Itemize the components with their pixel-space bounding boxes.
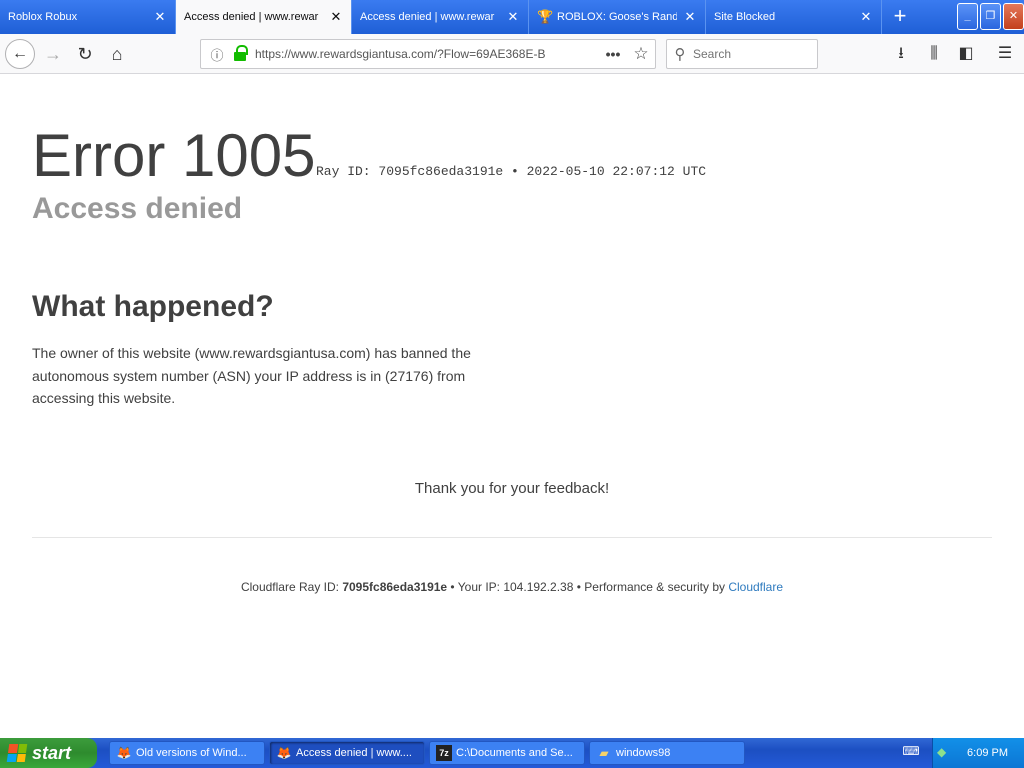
window-controls: _ ❐ ✕ bbox=[957, 3, 1024, 30]
folder-icon: ▰ bbox=[599, 746, 609, 760]
footer: Cloudflare Ray ID: 7095fc86eda3191e • Yo… bbox=[0, 580, 1024, 594]
cloudflare-link[interactable]: Cloudflare bbox=[728, 580, 783, 594]
forward-button[interactable]: → bbox=[38, 39, 68, 69]
new-tab-button[interactable]: + bbox=[882, 0, 918, 34]
url-text[interactable]: https://www.rewardsgiantusa.com/?Flow=69… bbox=[255, 47, 599, 61]
task-windows98-folder[interactable]: ▰ windows98 bbox=[589, 741, 745, 765]
task-buttons: 🦊 Old versions of Wind... 🦊 Access denie… bbox=[109, 741, 745, 765]
download-icon[interactable]: ⭳ bbox=[886, 39, 916, 69]
clock[interactable]: 6:09 PM bbox=[967, 747, 1008, 759]
tab-label: Access denied | www.rewar bbox=[360, 11, 495, 23]
tab-site-blocked[interactable]: Site Blocked ✕ bbox=[706, 0, 882, 34]
tab-roblox-robux[interactable]: Roblox Robux ✕ bbox=[0, 0, 176, 34]
network-icon[interactable]: ◆ bbox=[937, 745, 953, 761]
nav-toolbar: ← → ↻ ⌂ ⓘ https://www.rewardsgiantusa.co… bbox=[0, 34, 1024, 74]
tab-roblox-goose[interactable]: 🏆 ROBLOX: Goose's Rando ✕ bbox=[529, 0, 706, 34]
windows-logo-icon bbox=[6, 744, 28, 762]
tab-label: ROBLOX: Goose's Rando bbox=[557, 11, 677, 23]
reload-button[interactable]: ↻ bbox=[70, 39, 100, 69]
keyboard-icon[interactable]: ⌨ bbox=[900, 744, 922, 762]
error-subtitle: Access denied bbox=[32, 192, 243, 225]
close-tab-icon[interactable]: ✕ bbox=[329, 10, 343, 24]
tab-label: Access denied | www.rewar bbox=[184, 11, 319, 23]
task-old-versions[interactable]: 🦊 Old versions of Wind... bbox=[109, 741, 265, 765]
task-7zip-documents[interactable]: 7z C:\Documents and Se... bbox=[429, 741, 585, 765]
what-happened-heading: What happened? bbox=[32, 290, 274, 323]
page-content: Error 1005 Ray ID: 7095fc86eda3191e • 20… bbox=[0, 75, 1024, 738]
page-actions-icon[interactable]: ••• bbox=[599, 46, 627, 62]
search-input[interactable]: ⚲ Search bbox=[666, 39, 818, 69]
bookmark-star-icon[interactable]: ☆ bbox=[627, 44, 655, 64]
library-icon[interactable]: ⫼ bbox=[919, 39, 949, 69]
sidebar-icon[interactable]: ◧ bbox=[951, 39, 981, 69]
footer-ip-text: • Your IP: 104.192.2.38 • Performance & … bbox=[447, 580, 729, 594]
tab-strip: Roblox Robux ✕ Access denied | www.rewar… bbox=[0, 0, 1024, 34]
firefox-icon: 🦊 bbox=[116, 746, 132, 760]
info-icon[interactable]: ⓘ bbox=[207, 45, 227, 64]
system-tray: ◆ 6:09 PM bbox=[932, 738, 1024, 768]
footer-ray-label: Cloudflare Ray ID: bbox=[240, 580, 343, 594]
close-tab-icon[interactable]: ✕ bbox=[506, 10, 520, 24]
windows-taskbar: start 🦊 Old versions of Wind... 🦊 Access… bbox=[0, 738, 1024, 768]
task-label: C:\Documents and Se... bbox=[456, 747, 573, 759]
search-placeholder: Search bbox=[693, 47, 732, 61]
start-label: start bbox=[32, 742, 72, 763]
explanation-text: The owner of this website (www.rewardsgi… bbox=[32, 345, 471, 406]
lock-icon[interactable] bbox=[233, 45, 249, 61]
divider bbox=[32, 537, 992, 538]
close-tab-icon[interactable]: ✕ bbox=[859, 10, 873, 24]
tab-access-denied[interactable]: Access denied | www.rewar ✕ bbox=[352, 0, 529, 34]
task-label: windows98 bbox=[616, 747, 671, 759]
menu-icon[interactable]: ☰ bbox=[990, 39, 1020, 69]
tab-access-denied-active[interactable]: Access denied | www.rewar ✕ bbox=[176, 0, 352, 34]
task-label: Access denied | www.... bbox=[296, 747, 412, 759]
ray-id-line: Ray ID: 7095fc86eda3191e • 2022-05-10 22… bbox=[316, 164, 707, 179]
home-button[interactable]: ⌂ bbox=[102, 39, 132, 69]
search-icon: ⚲ bbox=[674, 46, 686, 63]
task-label: Old versions of Wind... bbox=[136, 747, 247, 759]
firefox-icon: 🦊 bbox=[276, 746, 292, 760]
minimize-button[interactable]: _ bbox=[957, 3, 978, 30]
footer-ray-id: 7095fc86eda3191e bbox=[342, 580, 448, 594]
tab-label: Roblox Robux bbox=[8, 11, 78, 23]
tab-label: Site Blocked bbox=[714, 11, 776, 23]
close-window-button[interactable]: ✕ bbox=[1003, 3, 1024, 30]
error-code-heading: Error 1005 bbox=[32, 122, 316, 189]
close-tab-icon[interactable]: ✕ bbox=[153, 10, 167, 24]
7zip-icon: 7z bbox=[436, 745, 452, 761]
close-tab-icon[interactable]: ✕ bbox=[683, 10, 697, 24]
trophy-icon: 🏆 bbox=[537, 9, 554, 24]
start-button[interactable]: start bbox=[0, 738, 97, 768]
restore-button[interactable]: ❐ bbox=[980, 3, 1001, 30]
task-access-denied[interactable]: 🦊 Access denied | www.... bbox=[269, 741, 425, 765]
feedback-thanks: Thank you for your feedback! bbox=[414, 480, 610, 497]
back-button[interactable]: ← bbox=[5, 39, 35, 69]
address-bar[interactable]: ⓘ https://www.rewardsgiantusa.com/?Flow=… bbox=[200, 39, 656, 69]
